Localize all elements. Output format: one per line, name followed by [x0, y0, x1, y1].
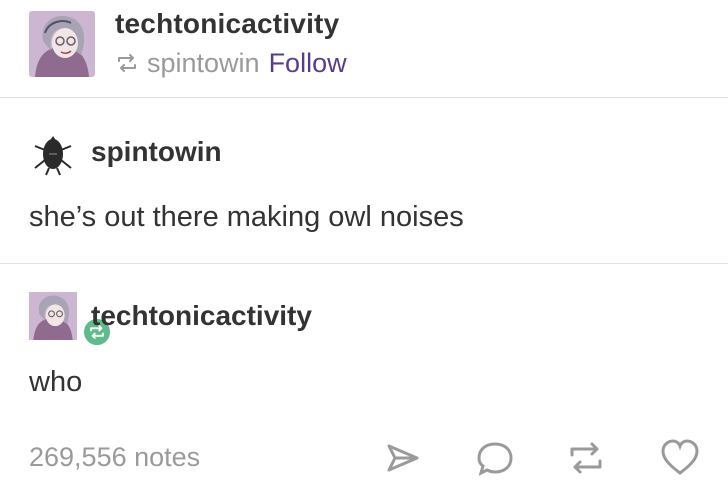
divider: [0, 97, 728, 98]
like-icon[interactable]: [660, 438, 700, 478]
share-icon[interactable]: [383, 438, 423, 478]
tumblr-post: techtonicactivity spintowin Follow spint…: [0, 0, 728, 476]
trail-post-text: she’s out there making owl noises: [29, 201, 464, 233]
reply-icon[interactable]: [475, 438, 515, 478]
avatar-illustration: [29, 11, 95, 77]
avatar-illustration: [29, 292, 77, 340]
post-footer: 269,556 notes: [0, 430, 728, 476]
trail-author-name[interactable]: spintowin: [91, 136, 222, 168]
divider: [0, 263, 728, 264]
reblogged-from-line: spintowin Follow: [115, 46, 347, 80]
post-author-name[interactable]: techtonicactivity: [115, 8, 339, 40]
trail-entry-header: techtonicactivity: [0, 290, 728, 350]
avatar[interactable]: [29, 11, 95, 77]
reblogged-from-name[interactable]: spintowin: [147, 48, 260, 79]
post-header: techtonicactivity spintowin Follow: [0, 0, 728, 97]
trail-post-text: who: [29, 366, 83, 398]
follow-button[interactable]: Follow: [269, 48, 347, 79]
trail-author-name[interactable]: techtonicactivity: [91, 300, 312, 332]
reblog-icon[interactable]: [566, 438, 606, 478]
reblog-small-icon: [118, 54, 136, 72]
trail-avatar[interactable]: [29, 128, 77, 176]
trail-avatar[interactable]: [29, 292, 113, 348]
bug-avatar-icon: [34, 136, 72, 176]
notes-count[interactable]: 269,556 notes: [29, 442, 200, 473]
trail-entry-header: spintowin: [0, 125, 728, 185]
